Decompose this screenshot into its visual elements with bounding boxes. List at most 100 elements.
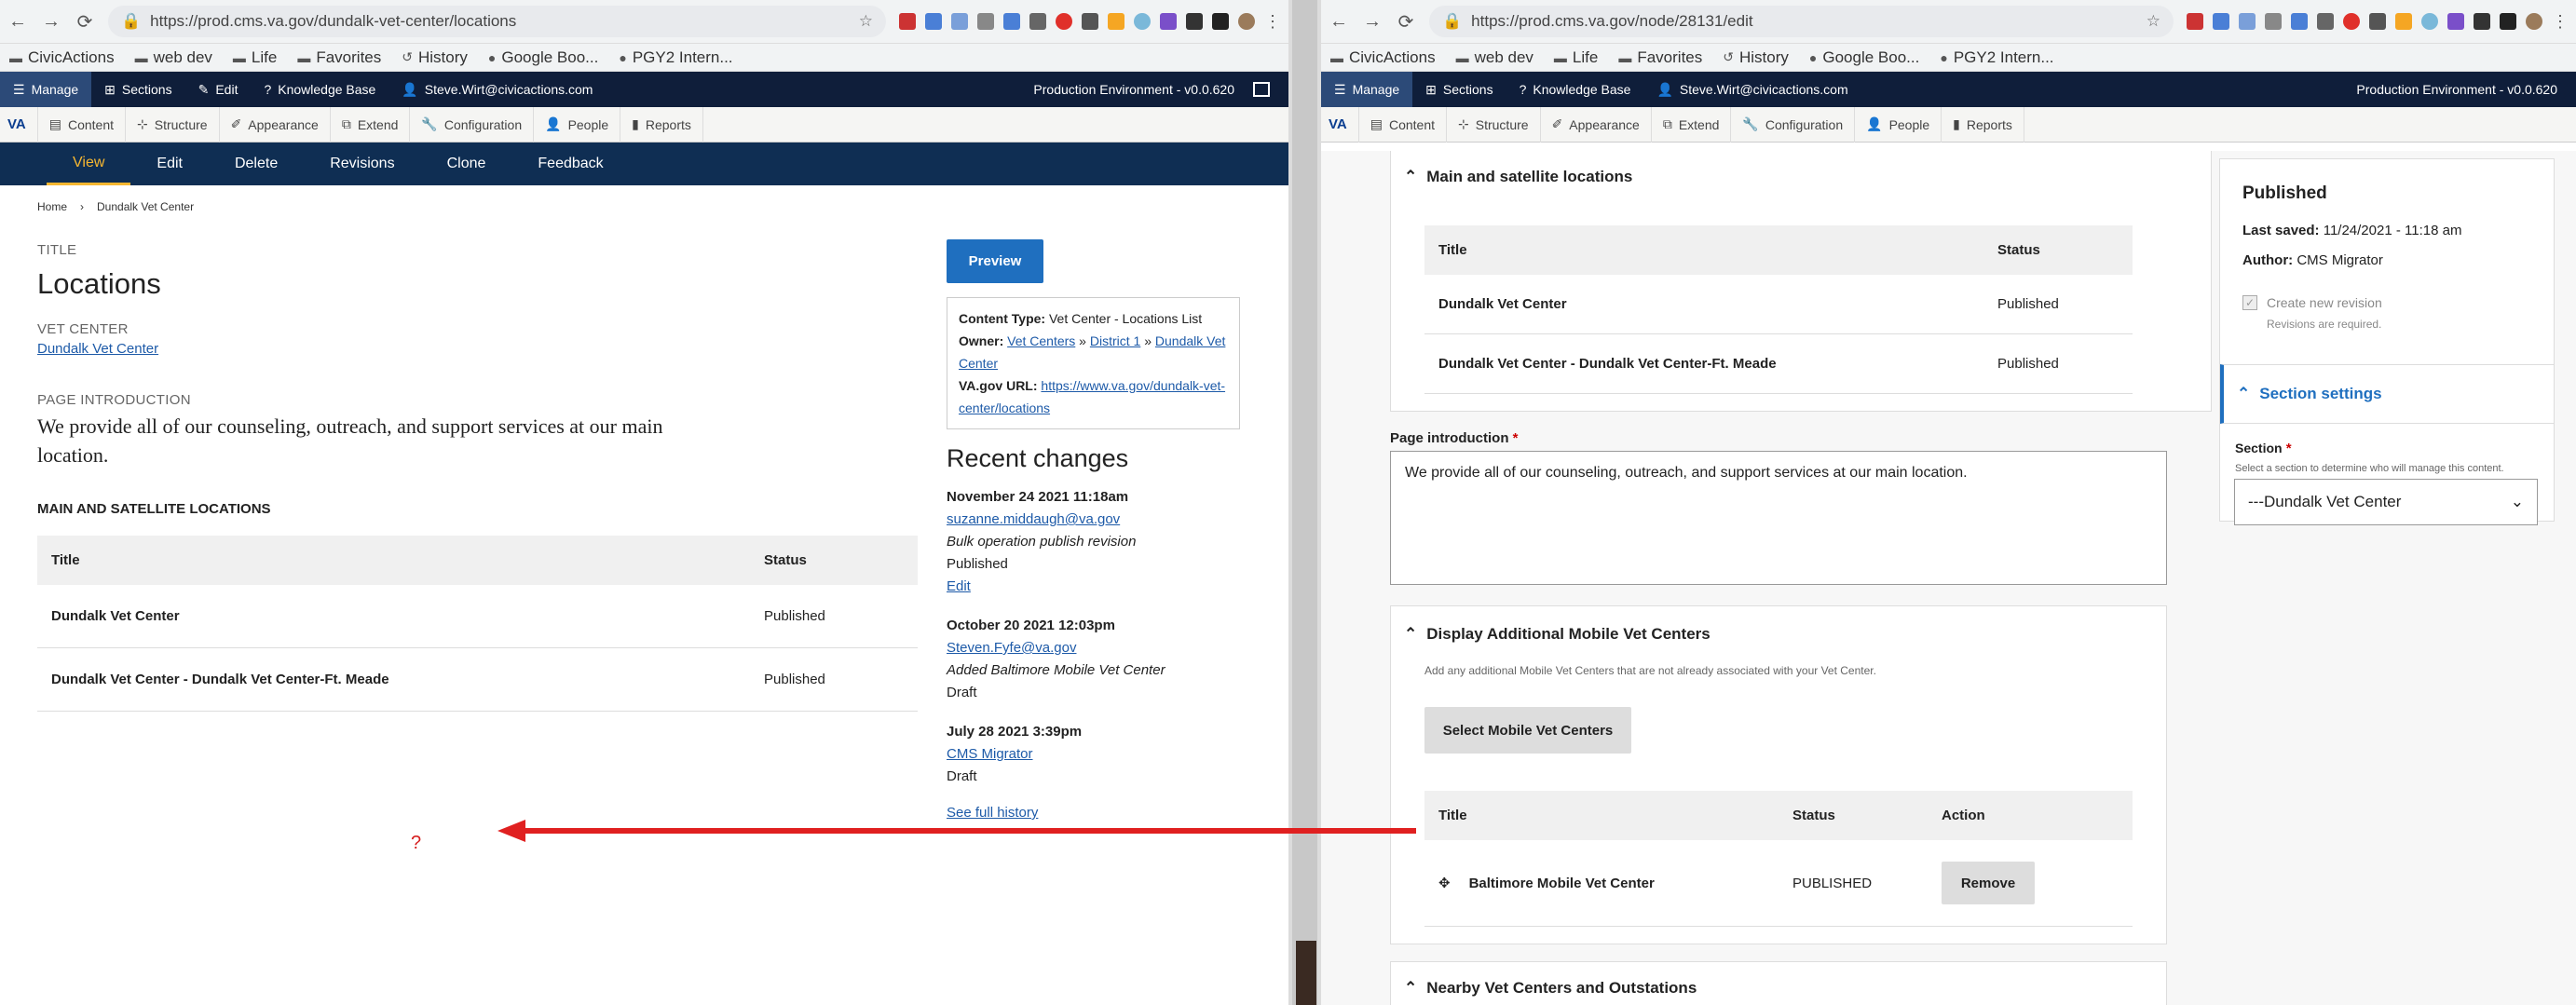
bookmark-item[interactable]: ● Google Boo...	[1809, 48, 1919, 67]
va-logo[interactable]: VA	[1321, 116, 1358, 132]
extension-icon[interactable]	[2395, 13, 2412, 30]
admin-item-structure[interactable]: ⊹ Structure	[125, 106, 219, 143]
admin-item-people[interactable]: 👤 People	[1854, 106, 1941, 143]
breadcrumb-home[interactable]: Home	[37, 200, 67, 213]
admin-item-extend[interactable]: ⧉ Extend	[1650, 106, 1731, 143]
toolbar-manage[interactable]: ☰ Manage	[0, 72, 92, 107]
toolbar-edit[interactable]: ✎ Edit	[185, 72, 252, 107]
back-icon[interactable]: ←	[1329, 11, 1349, 33]
extension-icon[interactable]	[2343, 13, 2360, 30]
reload-icon[interactable]: ⟳	[1396, 10, 1416, 34]
extension-icon[interactable]	[2421, 13, 2438, 30]
admin-item-structure[interactable]: ⊹ Structure	[1446, 106, 1540, 143]
extension-icon[interactable]	[1029, 13, 1046, 30]
tab-view[interactable]: View	[47, 143, 131, 185]
full-history-link[interactable]: See full history	[947, 805, 1038, 821]
section-select[interactable]: ---Dundalk Vet Center ⌄	[2234, 479, 2538, 525]
bookmark-item[interactable]: ▬ Life	[1554, 48, 1598, 67]
extension-icon[interactable]	[977, 13, 994, 30]
toolbar-sections[interactable]: ⊞ Sections	[91, 72, 184, 107]
toolbar-manage[interactable]: ☰ Manage	[1321, 72, 1413, 107]
tab-feedback[interactable]: Feedback	[511, 143, 629, 185]
extension-icon[interactable]	[1003, 13, 1020, 30]
create-revision-checkbox[interactable]: ✓	[2242, 295, 2257, 310]
bookmark-item[interactable]: ▬ Favorites	[1618, 48, 1702, 67]
toolbar-knowledge-base[interactable]: ? Knowledge Base	[1506, 72, 1644, 107]
extension-icon[interactable]	[1134, 13, 1151, 30]
extension-icon[interactable]	[951, 13, 968, 30]
extension-icon[interactable]	[2239, 13, 2256, 30]
extension-icon[interactable]	[1082, 13, 1098, 30]
tab-delete[interactable]: Delete	[209, 143, 304, 185]
bookmark-item[interactable]: ▬ CivicActions	[1330, 48, 1436, 67]
owner-link[interactable]: District 1	[1090, 333, 1140, 348]
admin-item-reports[interactable]: ▮ Reports	[620, 106, 703, 143]
admin-item-people[interactable]: 👤 People	[533, 106, 620, 143]
revision-user-link[interactable]: Steven.Fyfe@va.gov	[947, 640, 1076, 656]
drag-handle-icon[interactable]: ✥	[1438, 876, 1451, 891]
toolbar-knowledge-base[interactable]: ? Knowledge Base	[251, 72, 388, 107]
bookmark-item[interactable]: ↺ History	[1723, 48, 1789, 67]
bookmark-item[interactable]: ▬ Favorites	[297, 48, 381, 67]
admin-item-configuration[interactable]: 🔧 Configuration	[409, 106, 533, 143]
back-icon[interactable]: ←	[7, 11, 28, 33]
preview-button[interactable]: Preview	[947, 239, 1043, 283]
extension-icon[interactable]	[2369, 13, 2386, 30]
bookmark-item[interactable]: ● PGY2 Intern...	[1940, 48, 2053, 67]
scrollbar-track[interactable]	[1292, 0, 1317, 1005]
locations-details-summary[interactable]: ⌃ Main and satellite locations	[1404, 168, 1632, 186]
breadcrumb-current[interactable]: Dundalk Vet Center	[97, 200, 194, 213]
toggle-tray-icon[interactable]	[1253, 82, 1270, 97]
extension-icon[interactable]	[2447, 13, 2464, 30]
owner-link[interactable]: Vet Centers	[1007, 333, 1075, 348]
nearby-vet-centers-summary[interactable]: ⌃ Nearby Vet Centers and Outstations	[1404, 979, 1697, 998]
admin-item-configuration[interactable]: 🔧 Configuration	[1730, 106, 1854, 143]
tab-revisions[interactable]: Revisions	[304, 143, 420, 185]
revision-user-link[interactable]: suzanne.middaugh@va.gov	[947, 511, 1120, 527]
extension-icon[interactable]	[2291, 13, 2308, 30]
bookmark-star-icon[interactable]: ☆	[859, 12, 873, 31]
address-bar[interactable]: 🔒 https://prod.cms.va.gov/node/28131/edi…	[1429, 6, 2174, 37]
puzzle-icon[interactable]	[2474, 13, 2490, 30]
forward-icon[interactable]: →	[41, 11, 61, 33]
admin-item-content[interactable]: ▤ Content	[1357, 106, 1446, 143]
bookmark-star-icon[interactable]: ☆	[2147, 12, 2160, 31]
tab-clone[interactable]: Clone	[421, 143, 512, 185]
vet-center-link[interactable]: Dundalk Vet Center	[37, 341, 922, 357]
page-introduction-textarea[interactable]: We provide all of our counseling, outrea…	[1390, 451, 2167, 585]
kebab-menu-icon[interactable]: ⋮	[1264, 13, 1281, 30]
extension-icon[interactable]	[925, 13, 942, 30]
puzzle-icon[interactable]	[1186, 13, 1203, 30]
revision-user-link[interactable]: CMS Migrator	[947, 746, 1033, 762]
admin-item-reports[interactable]: ▮ Reports	[1941, 106, 2024, 143]
bookmark-item[interactable]: ▬ CivicActions	[9, 48, 115, 67]
extension-icon[interactable]	[2265, 13, 2282, 30]
avatar[interactable]	[1238, 13, 1255, 30]
sidebar-icon[interactable]	[2500, 13, 2516, 30]
select-mobile-vet-centers-button[interactable]: Select Mobile Vet Centers	[1424, 707, 1631, 754]
toolbar-user[interactable]: 👤 Steve.Wirt@civicactions.com	[388, 72, 606, 107]
toolbar-user[interactable]: 👤 Steve.Wirt@civicactions.com	[1643, 72, 1860, 107]
sidebar-icon[interactable]	[1212, 13, 1229, 30]
kebab-menu-icon[interactable]: ⋮	[2552, 13, 2569, 30]
toolbar-sections[interactable]: ⊞ Sections	[1412, 72, 1506, 107]
avatar[interactable]	[2526, 13, 2542, 30]
revision-edit-link[interactable]: Edit	[947, 578, 971, 594]
tab-edit[interactable]: Edit	[130, 143, 209, 185]
bookmark-item[interactable]: ● Google Boo...	[488, 48, 598, 67]
extension-icon[interactable]	[2213, 13, 2229, 30]
extension-icon[interactable]	[2317, 13, 2334, 30]
forward-icon[interactable]: →	[1362, 11, 1383, 33]
bookmark-item[interactable]: ↺ History	[402, 48, 468, 67]
reload-icon[interactable]: ⟳	[75, 10, 95, 34]
extension-icon[interactable]	[2187, 13, 2203, 30]
admin-item-extend[interactable]: ⧉ Extend	[329, 106, 410, 143]
bookmark-item[interactable]: ● PGY2 Intern...	[619, 48, 732, 67]
bookmark-item[interactable]: ▬ web dev	[1456, 48, 1533, 67]
bookmark-item[interactable]: ▬ web dev	[135, 48, 212, 67]
extension-icon[interactable]	[899, 13, 916, 30]
va-logo[interactable]: VA	[0, 116, 37, 132]
address-bar[interactable]: 🔒 https://prod.cms.va.gov/dundalk-vet-ce…	[108, 6, 886, 37]
section-settings-summary[interactable]: ⌃ Section settings	[2220, 364, 2554, 424]
admin-item-content[interactable]: ▤ Content	[36, 106, 125, 143]
